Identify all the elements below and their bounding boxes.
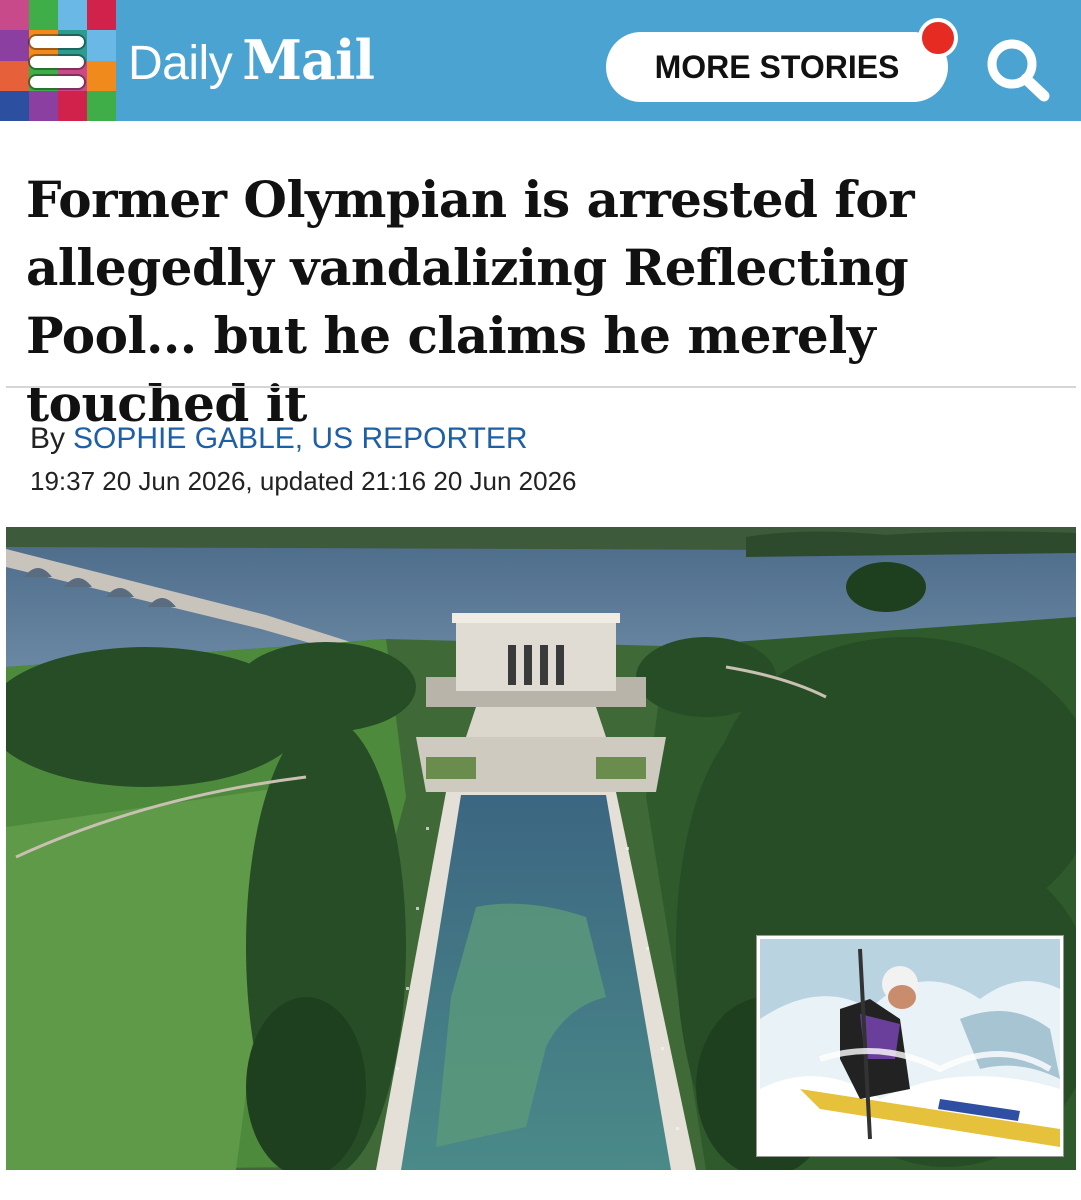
menu-mosaic-tile xyxy=(29,0,58,31)
logo-mail-text: Mail xyxy=(242,28,375,92)
more-stories-button[interactable]: MORE STORIES xyxy=(606,32,948,102)
site-logo[interactable]: Daily Mail xyxy=(128,28,375,98)
notification-dot-icon xyxy=(918,18,958,58)
author-link[interactable]: SOPHIE GABLE, US REPORTER xyxy=(73,422,528,455)
menu-mosaic-tile xyxy=(29,90,58,121)
menu-mosaic-tile xyxy=(87,0,116,31)
article-dateline: 19:37 20 Jun 2026, updated 21:16 20 Jun … xyxy=(30,466,577,496)
inset-photo-kayaker[interactable] xyxy=(757,936,1063,1156)
headline-divider xyxy=(6,386,1076,388)
byline-prefix: By xyxy=(30,422,66,455)
menu-mosaic-tile xyxy=(87,30,116,61)
menu-mosaic-tile xyxy=(58,90,87,121)
article-headline: Former Olympian is arrested for allegedl… xyxy=(26,170,915,433)
menu-mosaic-tile xyxy=(87,90,116,121)
hamburger-icon[interactable] xyxy=(30,36,84,88)
menu-mosaic-tile xyxy=(58,0,87,31)
menu-mosaic-tile xyxy=(0,30,29,61)
menu-mosaic-tile xyxy=(0,0,29,31)
byline: By SOPHIE GABLE, US REPORTER xyxy=(30,422,528,456)
site-header: Daily Mail MORE STORIES xyxy=(0,0,1081,121)
logo-daily-text: Daily xyxy=(128,37,233,90)
menu-mosaic-tile xyxy=(87,60,116,91)
search-icon[interactable] xyxy=(982,36,1052,102)
menu-mosaic-tile xyxy=(0,60,29,91)
menu-mosaic-tile xyxy=(0,90,29,121)
